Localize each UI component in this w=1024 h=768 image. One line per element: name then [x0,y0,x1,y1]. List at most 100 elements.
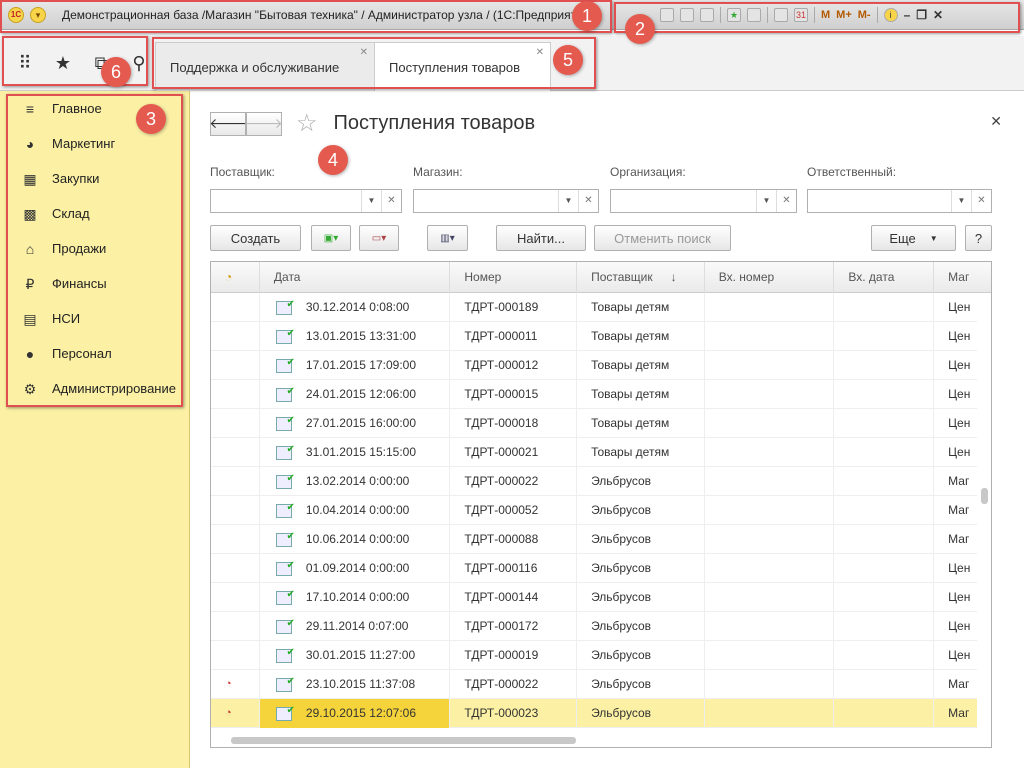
favorite-star-icon[interactable]: ☆ [296,109,318,138]
store-filter-input[interactable] [414,190,558,212]
column-supplier[interactable]: Поставщик ↓ [577,262,705,293]
cell-in-number [705,438,835,467]
cell-in-date [834,467,935,496]
cell-in-date [834,322,935,351]
posted-document-icon [275,351,295,377]
dropdown-icon[interactable]: ▼ [756,190,776,212]
table-row[interactable]: 17.10.2014 0:00:00ТДРТ-000144ЭльбрусовЦе… [211,583,991,612]
table-row[interactable]: 17.01.2015 17:09:00 ТДРТ-000012Товары дет… [211,351,991,380]
store-filter-field[interactable]: ▼ ✕ [413,189,599,213]
marker-3: 3 [136,104,166,134]
posted-document-icon [275,699,295,725]
clear-icon[interactable]: ✕ [578,190,598,212]
table-row[interactable]: 30.01.2015 11:27:00ТДРТ-000019ЭльбрусовЦ… [211,641,991,670]
help-button[interactable]: ? [965,225,992,251]
posted-document-icon [275,467,295,493]
reports-button[interactable]: ▥▾ [427,225,468,251]
vertical-scrollbar[interactable] [977,293,991,733]
posted-document-icon [275,612,295,638]
cell-supplier: Эльбрусов [577,699,705,728]
cell-in-date [834,699,935,728]
chevron-down-icon: ▼ [929,233,938,243]
column-store[interactable]: Маг [934,262,991,293]
status-column-icon[interactable]: ◔ [211,262,260,293]
forward-button[interactable]: 🡒 [245,111,283,136]
table-row[interactable]: 24.01.2015 12:06:00 ТДРТ-000015Товары дет… [211,380,991,409]
cell-in-number [705,699,835,728]
row-status-icon [211,351,260,380]
form-area: 🡐 🡒 ☆ Поступления товаров ✕ Поставщик: ▼… [190,91,1024,768]
clear-icon[interactable]: ✕ [381,190,401,212]
date-text: 23.10.2015 11:37:08 [305,677,416,691]
posted-document-icon [275,322,295,348]
table-row[interactable]: 13.01.2015 13:31:00 ТДРТ-000011Товары дет… [211,322,991,351]
table-row[interactable]: ◔ 29.10.2015 12:07:06 ТДРТ-000023Эльбрусов… [211,699,991,728]
date-text: 31.01.2015 15:15:00 [305,445,417,459]
row-status-icon [211,322,260,351]
organization-filter-input[interactable] [611,190,756,212]
cell-in-date [834,409,935,438]
cell-in-number [705,641,835,670]
table-row[interactable]: 10.06.2014 0:00:00ТДРТ-000088ЭльбрусовМа… [211,525,991,554]
dropdown-icon[interactable]: ▼ [951,190,971,212]
cell-in-date [834,554,935,583]
horizontal-scrollbar[interactable] [211,733,991,747]
responsible-filter-input[interactable] [808,190,951,212]
column-date[interactable]: Дата [260,262,451,293]
cell-number: ТДРТ-000015 [450,380,578,409]
documents-table: ◔ Дата Номер Поставщик ↓ Вх. номер Вх. да… [210,261,992,748]
close-form-icon[interactable]: ✕ [990,113,1002,130]
marker-6: 6 [101,57,131,87]
scroll-thumb[interactable] [231,737,576,744]
create-button[interactable]: Создать [210,225,301,251]
create-based-on-button[interactable]: ▣▾ [311,225,351,251]
clear-icon[interactable]: ✕ [971,190,991,212]
cell-supplier: Товары детям [577,322,705,351]
date-text: 10.04.2014 0:00:00 [305,503,410,517]
cell-in-number [705,525,835,554]
cell-date: 17.10.2014 0:00:00 [260,583,451,612]
supplier-filter-field[interactable]: ▼ ✕ [210,189,402,213]
posted-document-icon [275,554,295,580]
back-button[interactable]: 🡐 [209,111,247,136]
date-text: 17.01.2015 17:09:00 [305,358,417,372]
cell-in-date [834,293,935,322]
cell-supplier: Эльбрусов [577,554,705,583]
column-number[interactable]: Номер [450,262,578,293]
cell-in-number [705,351,835,380]
dropdown-icon[interactable]: ▼ [558,190,578,212]
table-row[interactable]: 27.01.2015 16:00:00 ТДРТ-000018Товары дет… [211,409,991,438]
supplier-filter-input[interactable] [211,190,361,212]
cell-number: ТДРТ-000116 [450,554,578,583]
cell-number: ТДРТ-000144 [450,583,578,612]
dropdown-icon[interactable]: ▼ [361,190,381,212]
marker-5: 5 [553,45,583,75]
cell-supplier: Эльбрусов [577,612,705,641]
row-status-icon [211,554,260,583]
cell-in-date [834,670,935,699]
more-button[interactable]: Еще ▼ [871,225,956,251]
table-row[interactable]: 13.02.2014 0:00:00ТДРТ-000022ЭльбрусовМа… [211,467,991,496]
table-row[interactable]: 30.12.2014 0:08:00 ТДРТ-000189Товары детя… [211,293,991,322]
cell-number: ТДРТ-000022 [450,467,578,496]
table-row[interactable]: 01.09.2014 0:00:00ТДРТ-000116ЭльбрусовЦе… [211,554,991,583]
responsible-filter-field[interactable]: ▼ ✕ [807,189,992,213]
cell-supplier: Товары детям [577,438,705,467]
date-text: 13.02.2014 0:00:00 [305,474,410,488]
table-row[interactable]: 29.11.2014 0:07:00ТДРТ-000172ЭльбрусовЦе… [211,612,991,641]
table-row[interactable]: 10.04.2014 0:00:00ТДРТ-000052ЭльбрусовМа… [211,496,991,525]
scroll-thumb[interactable] [981,488,988,504]
print-button[interactable]: ▭▾ [359,225,399,251]
organization-filter-field[interactable]: ▼ ✕ [610,189,797,213]
column-in-number[interactable]: Вх. номер [705,262,835,293]
cancel-search-button[interactable]: Отменить поиск [594,225,731,251]
clear-icon[interactable]: ✕ [776,190,796,212]
cell-in-number [705,293,835,322]
find-button[interactable]: Найти... [496,225,586,251]
column-in-date[interactable]: Вх. дата [834,262,935,293]
table-row[interactable]: 31.01.2015 15:15:00 ТДРТ-000021Товары дет… [211,438,991,467]
table-row[interactable]: ◔ 23.10.2015 11:37:08 ТДРТ-000022Эльбрусов… [211,670,991,699]
posted-document-icon [275,496,295,522]
marker-4: 4 [318,145,348,175]
cell-in-number [705,583,835,612]
